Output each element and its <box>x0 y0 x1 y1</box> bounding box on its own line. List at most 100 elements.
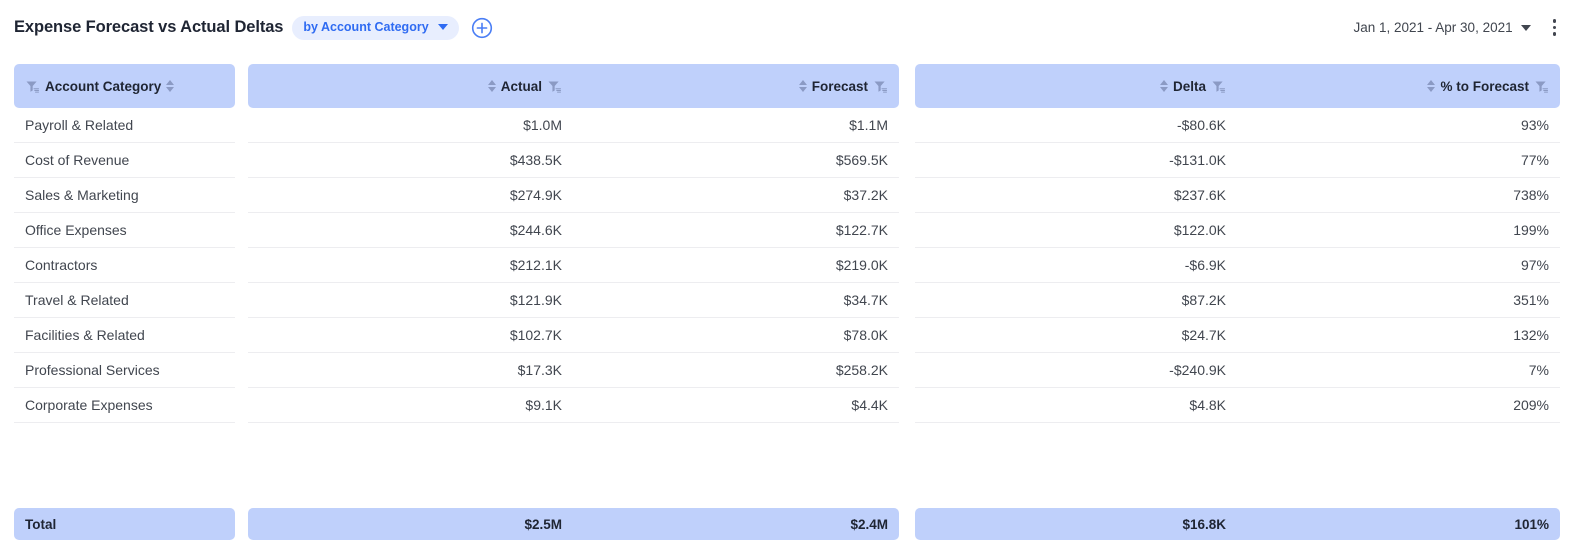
table-row[interactable]: $237.6K 738% <box>915 178 1560 213</box>
plus-circle-icon[interactable] <box>471 17 493 39</box>
table-row[interactable]: $24.7K 132% <box>915 318 1560 353</box>
column-header-label: Delta <box>1173 79 1206 94</box>
table-row[interactable]: Payroll & Related <box>14 108 235 143</box>
total-pct-to-forecast: 101% <box>1237 508 1560 540</box>
cell-actual: $9.1K <box>248 388 573 423</box>
chevron-down-icon <box>438 24 448 30</box>
filter-icon[interactable] <box>873 79 888 94</box>
table-row[interactable]: -$80.6K 93% <box>915 108 1560 143</box>
cell-account-category: Cost of Revenue <box>14 143 235 178</box>
cell-account-category: Office Expenses <box>14 213 235 248</box>
column-header-account-category[interactable]: Account Category <box>14 64 235 108</box>
filter-icon[interactable] <box>25 79 40 94</box>
table-row[interactable]: $212.1K $219.0K <box>248 248 899 283</box>
column-group-actual-forecast: Actual Forecast <box>248 64 899 423</box>
column-header-pct-to-forecast[interactable]: % to Forecast <box>1237 64 1560 108</box>
filter-icon[interactable] <box>1211 79 1226 94</box>
column-header-label: % to Forecast <box>1440 79 1529 94</box>
filter-icon[interactable] <box>547 79 562 94</box>
cell-account-category: Travel & Related <box>14 283 235 318</box>
header-row-delta-pct: Delta % to Forecast <box>915 64 1560 108</box>
table-row[interactable]: $274.9K $37.2K <box>248 178 899 213</box>
expense-forecast-table-view: Expense Forecast vs Actual Deltas by Acc… <box>0 0 1574 556</box>
table-row[interactable]: $87.2K 351% <box>915 283 1560 318</box>
cell-account-category: Payroll & Related <box>14 108 235 143</box>
cell-delta: -$240.9K <box>915 353 1237 388</box>
column-group-dimension: Account Category Payroll & Related Cost … <box>14 64 235 423</box>
cell-delta: -$131.0K <box>915 143 1237 178</box>
cell-pct-to-forecast: 738% <box>1237 178 1560 213</box>
sort-arrows-icon[interactable] <box>799 80 807 92</box>
column-header-label: Forecast <box>812 79 868 94</box>
dimension-chip-label: by Account Category <box>303 20 428 34</box>
dimension-chip[interactable]: by Account Category <box>292 16 458 40</box>
cell-actual: $274.9K <box>248 178 573 213</box>
cell-delta: $87.2K <box>915 283 1237 318</box>
cell-delta: $4.8K <box>915 388 1237 423</box>
kebab-menu-icon[interactable] <box>1548 16 1561 38</box>
table-row[interactable]: $122.0K 199% <box>915 213 1560 248</box>
cell-pct-to-forecast: 7% <box>1237 353 1560 388</box>
total-row-dimension: Total <box>14 508 235 540</box>
column-header-delta[interactable]: Delta <box>915 64 1237 108</box>
column-group-delta-pct: Delta % to Forecast <box>915 64 1560 423</box>
page-title: Expense Forecast vs Actual Deltas <box>14 18 283 37</box>
table-row[interactable]: $102.7K $78.0K <box>248 318 899 353</box>
table-row[interactable]: Office Expenses <box>14 213 235 248</box>
total-row-delta-pct: $16.8K 101% <box>915 508 1560 540</box>
date-range-picker[interactable]: Jan 1, 2021 - Apr 30, 2021 <box>1353 20 1530 35</box>
cell-account-category: Corporate Expenses <box>14 388 235 423</box>
total-actual: $2.5M <box>248 508 573 540</box>
table-row[interactable]: $121.9K $34.7K <box>248 283 899 318</box>
table-row[interactable]: $438.5K $569.5K <box>248 143 899 178</box>
cell-pct-to-forecast: 199% <box>1237 213 1560 248</box>
cell-actual: $121.9K <box>248 283 573 318</box>
cell-forecast: $569.5K <box>573 143 899 178</box>
cell-actual: $1.0M <box>248 108 573 143</box>
column-header-forecast[interactable]: Forecast <box>573 64 899 108</box>
cell-forecast: $78.0K <box>573 318 899 353</box>
filter-icon[interactable] <box>1534 79 1549 94</box>
table-row[interactable]: $4.8K 209% <box>915 388 1560 423</box>
cell-account-category: Sales & Marketing <box>14 178 235 213</box>
cell-pct-to-forecast: 77% <box>1237 143 1560 178</box>
cell-account-category: Contractors <box>14 248 235 283</box>
cell-forecast: $122.7K <box>573 213 899 248</box>
sort-arrows-icon[interactable] <box>1160 80 1168 92</box>
cell-delta: $24.7K <box>915 318 1237 353</box>
total-forecast: $2.4M <box>573 508 899 540</box>
table-row[interactable]: $9.1K $4.4K <box>248 388 899 423</box>
chevron-down-icon <box>1521 25 1531 31</box>
toolbar-right: Jan 1, 2021 - Apr 30, 2021 <box>1353 0 1561 55</box>
toolbar: Expense Forecast vs Actual Deltas by Acc… <box>0 0 1574 55</box>
sort-arrows-icon[interactable] <box>488 80 496 92</box>
header-row-dimension: Account Category <box>14 64 235 108</box>
table-row[interactable]: $1.0M $1.1M <box>248 108 899 143</box>
column-header-label: Account Category <box>45 79 161 94</box>
cell-account-category: Facilities & Related <box>14 318 235 353</box>
cell-forecast: $258.2K <box>573 353 899 388</box>
sort-arrows-icon[interactable] <box>166 80 174 92</box>
sort-arrows-icon[interactable] <box>1427 80 1435 92</box>
table-row[interactable]: Sales & Marketing <box>14 178 235 213</box>
table-row[interactable]: -$240.9K 7% <box>915 353 1560 388</box>
rows-delta-pct: -$80.6K 93% -$131.0K 77% $237.6K 738% $1… <box>915 108 1560 423</box>
table-row[interactable]: Contractors <box>14 248 235 283</box>
table-row[interactable]: -$131.0K 77% <box>915 143 1560 178</box>
date-range-label: Jan 1, 2021 - Apr 30, 2021 <box>1353 20 1512 35</box>
table-row[interactable]: $17.3K $258.2K <box>248 353 899 388</box>
cell-pct-to-forecast: 93% <box>1237 108 1560 143</box>
total-label: Total <box>14 508 235 540</box>
cell-delta: $237.6K <box>915 178 1237 213</box>
table-row[interactable]: $244.6K $122.7K <box>248 213 899 248</box>
table-row[interactable]: Corporate Expenses <box>14 388 235 423</box>
header-row-actual-forecast: Actual Forecast <box>248 64 899 108</box>
column-header-actual[interactable]: Actual <box>248 64 573 108</box>
table-row[interactable]: Professional Services <box>14 353 235 388</box>
table-row[interactable]: Cost of Revenue <box>14 143 235 178</box>
table-row[interactable]: Facilities & Related <box>14 318 235 353</box>
table-row[interactable]: Travel & Related <box>14 283 235 318</box>
table-row[interactable]: -$6.9K 97% <box>915 248 1560 283</box>
total-row-actual-forecast: $2.5M $2.4M <box>248 508 899 540</box>
cell-actual: $17.3K <box>248 353 573 388</box>
